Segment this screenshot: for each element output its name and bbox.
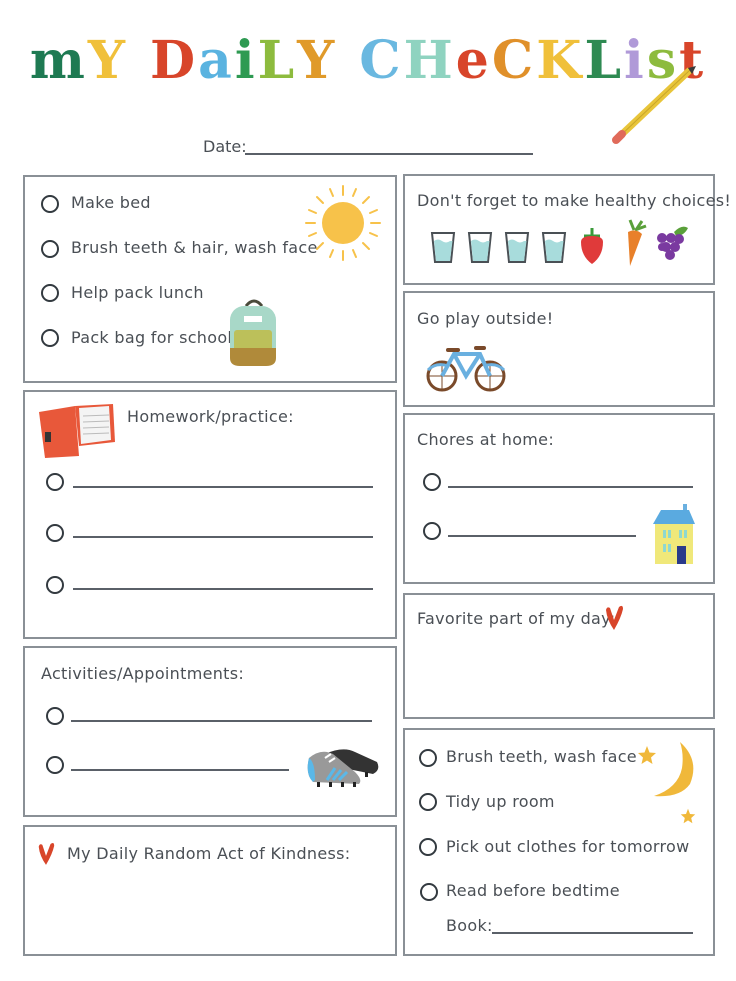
heart-icon [38, 842, 55, 865]
book-label: Book: [446, 916, 493, 935]
checklist-item: Tidy up room [446, 792, 555, 811]
kindness-heading: My Daily Random Act of Kindness: [67, 844, 351, 863]
play-outside-heading: Go play outside! [417, 309, 554, 328]
checkbox[interactable] [423, 473, 441, 491]
activities-heading: Activities/Appointments: [41, 664, 245, 683]
folder-icon [39, 404, 115, 458]
checklist-item: Help pack lunch [71, 283, 204, 302]
checkbox[interactable] [420, 883, 438, 901]
checkbox[interactable] [46, 473, 64, 491]
write-line[interactable] [448, 535, 636, 537]
backpack-icon [230, 299, 276, 366]
checklist-item: Pack bag for school [71, 328, 233, 347]
checkbox[interactable] [46, 524, 64, 542]
favorite-part-heading: Favorite part of my day: [417, 609, 616, 628]
sun-icon [305, 185, 381, 261]
checkbox[interactable] [46, 707, 64, 725]
pencil-icon [612, 66, 696, 144]
write-line[interactable] [73, 536, 373, 538]
write-line[interactable] [73, 486, 373, 488]
bicycle-icon [426, 346, 506, 392]
checklist-item: Read before bedtime [446, 881, 620, 900]
title-letter: D [150, 30, 199, 91]
checkbox[interactable] [41, 240, 59, 258]
write-line[interactable] [71, 769, 289, 771]
heart-icon [606, 605, 623, 630]
title-letter [128, 30, 150, 91]
date-input-line[interactable] [245, 153, 533, 155]
moon-icon [654, 742, 694, 797]
strawberry-icon [581, 228, 603, 264]
checkbox[interactable] [41, 195, 59, 213]
checklist-item: Brush teeth, wash face [446, 747, 637, 766]
grapes-icon [657, 226, 688, 260]
checkbox[interactable] [46, 756, 64, 774]
title-letter: L [257, 30, 298, 91]
write-line[interactable] [448, 486, 693, 488]
title-letter: H [403, 30, 456, 91]
title-letter: K [536, 30, 585, 91]
title-letter: i [234, 30, 258, 91]
book-input-line[interactable] [492, 932, 693, 934]
checklist-item: Brush teeth & hair, wash face [71, 238, 318, 257]
checkbox[interactable] [41, 329, 59, 347]
cleats-icon [307, 749, 379, 787]
house-icon [653, 504, 695, 564]
title-letter: m [29, 30, 88, 91]
checkbox[interactable] [41, 284, 59, 302]
title-letter: e [455, 30, 492, 91]
checklist-item: Make bed [71, 193, 151, 212]
title-letter: a [198, 30, 235, 91]
checkbox[interactable] [419, 838, 437, 856]
water-glass-icon [541, 232, 567, 263]
write-line[interactable] [73, 588, 373, 590]
water-glass-icon [430, 232, 456, 263]
title-letter: C [359, 30, 404, 91]
checklist-item: Pick out clothes for tomorrow [446, 837, 690, 856]
date-label: Date: [203, 137, 247, 156]
checkbox[interactable] [46, 576, 64, 594]
checkbox[interactable] [419, 749, 437, 767]
title-letter: C [491, 30, 537, 91]
water-glass-icon [504, 232, 530, 263]
title-letter: Y [297, 30, 338, 91]
title-letter: Y [87, 30, 129, 91]
checkbox[interactable] [419, 793, 437, 811]
healthy-choices-heading: Don't forget to make healthy choices! [417, 191, 732, 210]
chores-heading: Chores at home: [417, 430, 555, 449]
write-line[interactable] [71, 720, 372, 722]
water-glass-icon [467, 232, 493, 263]
checkbox[interactable] [423, 522, 441, 540]
star-icon [680, 808, 696, 824]
carrot-icon [628, 219, 647, 266]
title-letter [337, 30, 359, 91]
homework-heading: Homework/practice: [127, 407, 294, 426]
